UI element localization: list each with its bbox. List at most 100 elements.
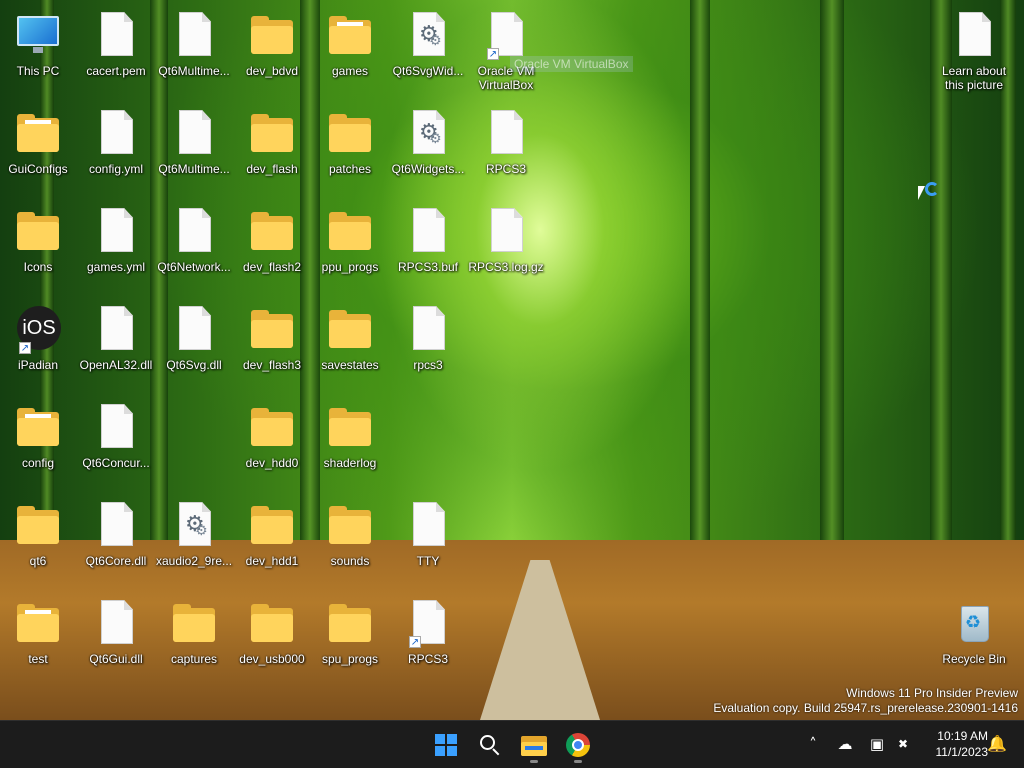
- desktop-icon-sounds[interactable]: sounds: [312, 496, 388, 588]
- desktop-icon-ppu-progs[interactable]: ppu_progs: [312, 202, 388, 294]
- desktop-icon-label: RPCS3.log.gz: [468, 260, 544, 274]
- desktop-icon-learn-about-this-picture[interactable]: Learn about this picture: [936, 6, 1012, 98]
- desktop-icon-qt6[interactable]: qt6: [0, 496, 76, 588]
- chrome-icon: [566, 733, 590, 757]
- folder-icon: [521, 734, 547, 756]
- windows-logo-icon: [435, 734, 457, 756]
- onedrive-button[interactable]: ☁: [834, 733, 856, 755]
- desktop-icon-qt6multime[interactable]: Qt6Multime...: [156, 104, 232, 196]
- desktop-icon-tty[interactable]: TTY: [390, 496, 466, 588]
- desktop-icon-recycle-bin[interactable]: ♻ Recycle Bin: [936, 594, 1012, 686]
- desktop-icon-rpcs3-log-gz[interactable]: RPCS3.log.gz: [468, 202, 544, 294]
- desktop-icon-label: GuiConfigs: [8, 162, 68, 176]
- desktop-icon-label: dev_bdvd: [245, 64, 299, 78]
- folder-icon: [249, 306, 295, 354]
- desktop-icon-label: games.yml: [86, 260, 145, 274]
- desktop-icon-patches[interactable]: patches: [312, 104, 388, 196]
- desktop-icon-qt6widgets[interactable]: ⚙ ⚙ Qt6Widgets...: [390, 104, 466, 196]
- desktop-icon-savestates[interactable]: savestates: [312, 300, 388, 392]
- desktop-icon-guiconfigs[interactable]: GuiConfigs: [0, 104, 76, 196]
- desktop-icon-rpcs3[interactable]: rpcs3: [390, 300, 466, 392]
- desktop-icon-xaudio2-9re[interactable]: ⚙ ⚙ xaudio2_9re...: [156, 496, 232, 588]
- search-button[interactable]: [470, 725, 510, 765]
- desktop-icon-rpcs3[interactable]: RPCS3: [468, 104, 544, 196]
- desktop-icon-dev-hdd0[interactable]: dev_hdd0: [234, 398, 310, 490]
- desktop-icon-config[interactable]: config: [0, 398, 76, 490]
- shortcut-file-icon: ↗: [405, 600, 451, 648]
- desktop-icon-label: dev_flash: [246, 162, 298, 176]
- taskbar: ˄ ☁ ▣ ✖ 10:19 AM 11/1/2023 🔔: [0, 720, 1024, 768]
- desktop-icon-label: Qt6Widgets...: [391, 162, 465, 176]
- desktop-icon-label: Qt6SvgWid...: [392, 64, 464, 78]
- file-icon: [93, 208, 139, 256]
- desktop-icon-label: config: [21, 456, 55, 470]
- desktop[interactable]: This PC cacert.pem Qt6Multime... dev_bdvd ga…: [0, 0, 1024, 720]
- chevron-up-icon: ˄: [809, 735, 817, 753]
- folder-icon: [327, 208, 373, 256]
- desktop-icon-label: Qt6Concur...: [82, 456, 150, 470]
- desktop-icon-label: qt6: [29, 554, 47, 568]
- desktop-icon-qt6multime[interactable]: Qt6Multime...: [156, 6, 232, 98]
- file-explorer-button[interactable]: [514, 725, 554, 765]
- desktop-icon-label: spu_progs: [321, 652, 379, 666]
- settings-file-icon: ⚙ ⚙: [171, 502, 217, 550]
- desktop-icon-dev-flash[interactable]: dev_flash: [234, 104, 310, 196]
- desktop-icon-dev-bdvd[interactable]: dev_bdvd: [234, 6, 310, 98]
- desktop-icon-qt6svgwid[interactable]: ⚙ ⚙ Qt6SvgWid...: [390, 6, 466, 98]
- folder-icon: [15, 110, 61, 158]
- desktop-icon-this-pc[interactable]: This PC: [0, 6, 76, 98]
- desktop-icon-captures[interactable]: captures: [156, 594, 232, 686]
- folder-icon: [327, 502, 373, 550]
- desktop-icon-qt6gui-dll[interactable]: Qt6Gui.dll: [78, 594, 154, 686]
- desktop-icon-config-yml[interactable]: config.yml: [78, 104, 154, 196]
- settings-file-icon: ⚙ ⚙: [405, 12, 451, 60]
- desktop-icon-ipadian[interactable]: iOS ↗ iPadian: [0, 300, 76, 392]
- desktop-icon-qt6network[interactable]: Qt6Network...: [156, 202, 232, 294]
- desktop-icon-label: shaderlog: [323, 456, 377, 470]
- desktop-icon-qt6core-dll[interactable]: Qt6Core.dll: [78, 496, 154, 588]
- shortcut-file-icon: ↗: [483, 12, 529, 60]
- file-icon: [171, 110, 217, 158]
- desktop-icon-label: sounds: [330, 554, 370, 568]
- desktop-icon-dev-flash3[interactable]: dev_flash3: [234, 300, 310, 392]
- desktop-icon-label: rpcs3: [413, 358, 443, 372]
- desktop-icon-shaderlog[interactable]: shaderlog: [312, 398, 388, 490]
- mouse-pointer-icon: [918, 186, 925, 200]
- show-hidden-icons-button[interactable]: ˄: [802, 733, 824, 755]
- desktop-icon-label: Recycle Bin: [942, 652, 1006, 666]
- desktop-icon-qt6svg-dll[interactable]: Qt6Svg.dll: [156, 300, 232, 392]
- desktop-icon-label: test: [28, 652, 48, 666]
- notification-bell-icon[interactable]: 🔔: [986, 733, 1008, 755]
- clock-button[interactable]: 10:19 AM 11/1/2023: [918, 728, 989, 760]
- cloud-off-icon: ☁: [837, 735, 853, 753]
- desktop-icon-dev-hdd1[interactable]: dev_hdd1: [234, 496, 310, 588]
- desktop-icon-label: dev_hdd0: [245, 456, 299, 470]
- computer-icon: [15, 12, 61, 60]
- desktop-icon-qt6concur[interactable]: Qt6Concur...: [78, 398, 154, 490]
- file-icon: [171, 306, 217, 354]
- file-icon: [405, 502, 451, 550]
- desktop-icon-rpcs3[interactable]: ↗ RPCS3: [390, 594, 466, 686]
- file-icon: [93, 600, 139, 648]
- desktop-icon-spu-progs[interactable]: spu_progs: [312, 594, 388, 686]
- desktop-icon-cacert-pem[interactable]: cacert.pem: [78, 6, 154, 98]
- network-button[interactable]: ▣: [866, 733, 888, 755]
- desktop-icon-test[interactable]: test: [0, 594, 76, 686]
- desktop-icon-label: Learn about this picture: [941, 64, 1007, 92]
- desktop-icon-dev-usb000[interactable]: dev_usb000: [234, 594, 310, 686]
- folder-icon: [249, 110, 295, 158]
- running-indicator: [574, 760, 582, 763]
- desktop-icon-icons[interactable]: Icons: [0, 202, 76, 294]
- desktop-icon-label: iPadian: [17, 358, 59, 372]
- desktop-icon-games-yml[interactable]: games.yml: [78, 202, 154, 294]
- file-icon: [405, 208, 451, 256]
- desktop-icon-games[interactable]: games: [312, 6, 388, 98]
- desktop-icon-openal32-dll[interactable]: OpenAL32.dll: [78, 300, 154, 392]
- chrome-button[interactable]: [558, 725, 598, 765]
- desktop-icon-rpcs3-buf[interactable]: RPCS3.buf: [390, 202, 466, 294]
- start-button[interactable]: [426, 725, 466, 765]
- volume-button[interactable]: ✖: [892, 733, 914, 755]
- desktop-icon-oracle-vm-virtualbox[interactable]: ↗ Oracle VM VirtualBox: [468, 6, 544, 98]
- desktop-icon-label: dev_flash2: [242, 260, 302, 274]
- desktop-icon-dev-flash2[interactable]: dev_flash2: [234, 202, 310, 294]
